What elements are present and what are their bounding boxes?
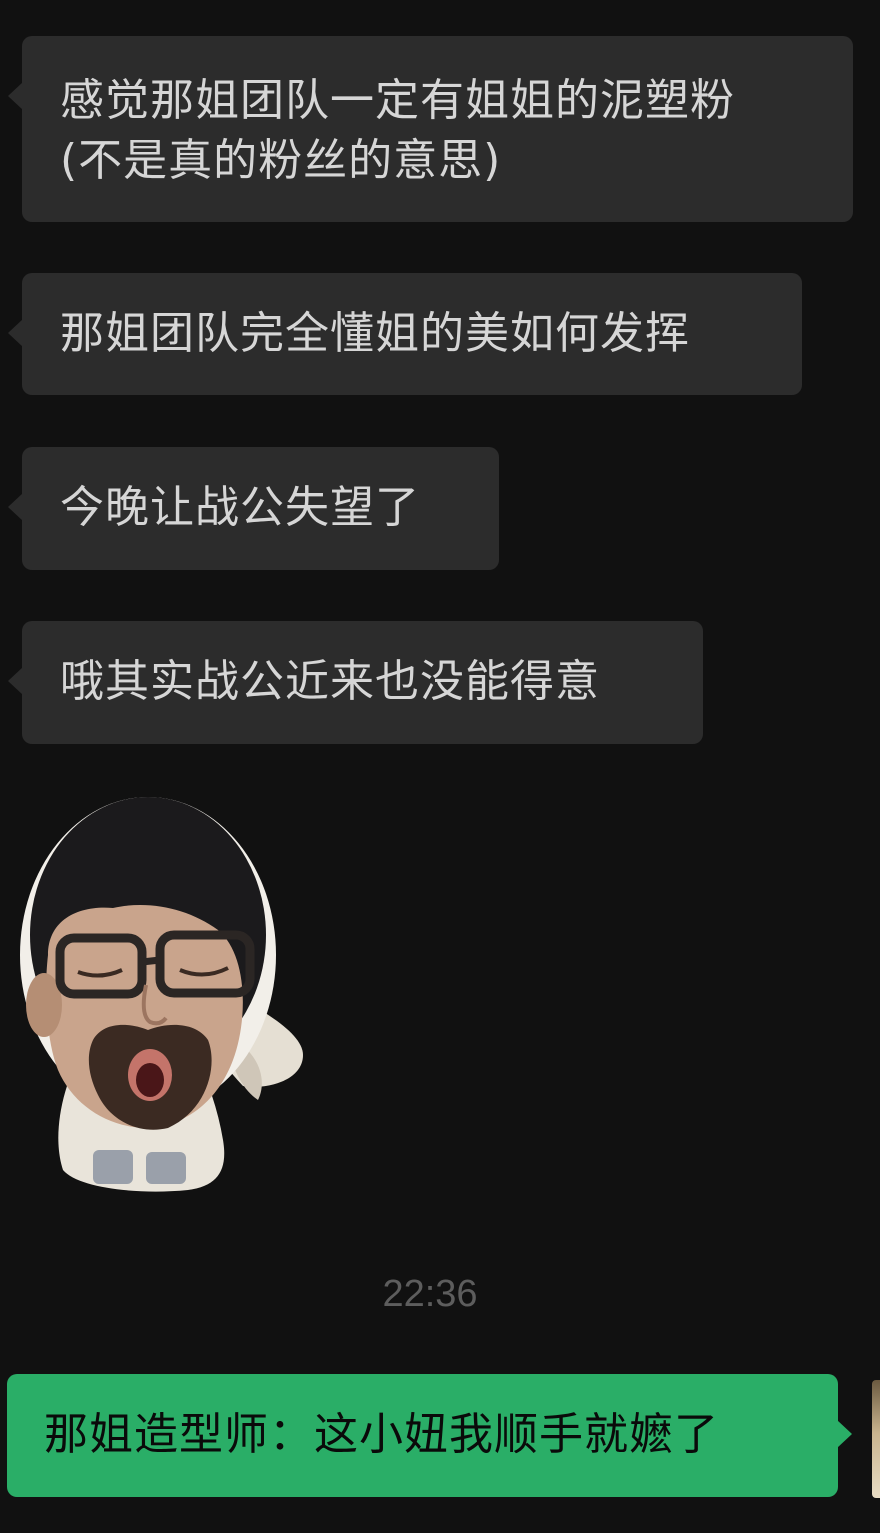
incoming-message-bubble[interactable]: 今晚让战公失望了 (8, 447, 499, 570)
incoming-message-bubble[interactable]: 那姐团队完全懂姐的美如何发挥 (8, 273, 802, 395)
incoming-message-bubble[interactable]: 哦其实战公近来也没能得意 (8, 621, 703, 744)
message-text-line: 那姐团队完全懂姐的美如何发挥 (60, 308, 690, 359)
message-text-line: 哦其实战公近来也没能得意 (60, 656, 600, 707)
incoming-message-bubble[interactable]: 感觉那姐团队一定有姐姐的泥塑粉 (不是真的粉丝的意思) (8, 36, 853, 222)
message-text-line: (不是真的粉丝的意思) (60, 135, 502, 186)
message-text-line: 感觉那姐团队一定有姐姐的泥塑粉 (60, 75, 735, 126)
user-avatar[interactable] (872, 1380, 880, 1498)
message-text-line: 今晚让战公失望了 (60, 482, 420, 533)
sticker-message[interactable] (18, 790, 318, 1200)
outgoing-message-bubble[interactable]: 那姐造型师：这小妞我顺手就嬷了 (7, 1374, 852, 1497)
message-timestamp: 22:36 (382, 1273, 478, 1315)
message-text-line: 那姐造型师：这小妞我顺手就嬷了 (44, 1409, 719, 1460)
bearded-glasses-face-sticker-icon (20, 797, 303, 1192)
